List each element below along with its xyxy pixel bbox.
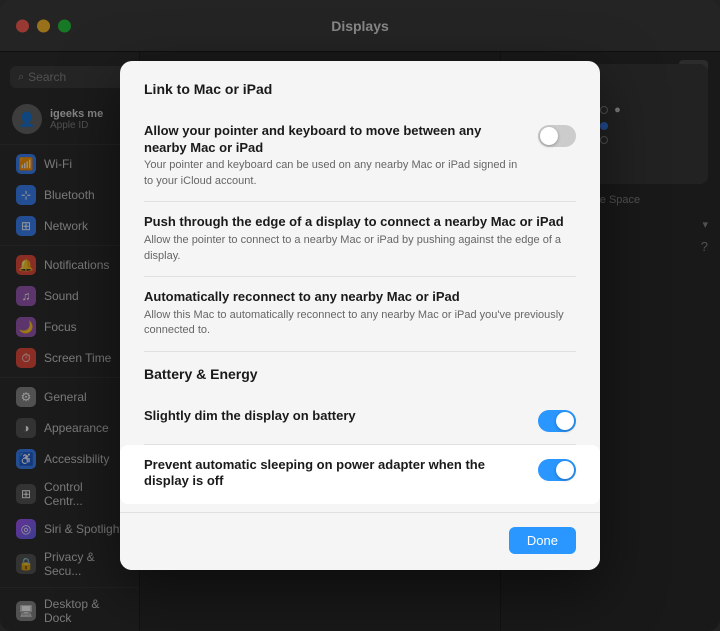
setting-row-dim-display: Slightly dim the display on battery (144, 396, 576, 445)
done-button[interactable]: Done (509, 527, 576, 554)
setting-text-link-mac: Allow your pointer and keyboard to move … (144, 123, 522, 190)
setting-desc-push-edge: Allow the pointer to connect to a nearby… (144, 233, 576, 264)
toggle-dim-display[interactable] (538, 410, 576, 432)
setting-text-push-edge: Push through the edge of a display to co… (144, 214, 576, 264)
setting-label-dim-display: Slightly dim the display on battery (144, 408, 522, 425)
setting-row-prevent-sleep: Prevent automatic sleeping on power adap… (120, 445, 600, 505)
setting-label-link-mac: Allow your pointer and keyboard to move … (144, 123, 522, 157)
modal-footer: Done (120, 512, 600, 570)
setting-text-dim-display: Slightly dim the display on battery (144, 408, 522, 427)
setting-desc-link-mac: Your pointer and keyboard can be used on… (144, 158, 522, 189)
setting-text-auto-reconnect: Automatically reconnect to any nearby Ma… (144, 289, 576, 339)
setting-label-prevent-sleep: Prevent automatic sleeping on power adap… (144, 457, 522, 491)
setting-label-auto-reconnect: Automatically reconnect to any nearby Ma… (144, 289, 576, 306)
toggle-knob-prevent-sleep (556, 461, 574, 479)
setting-label-push-edge: Push through the edge of a display to co… (144, 214, 576, 231)
section1-title: Link to Mac or iPad (144, 81, 576, 97)
modal-dialog: Link to Mac or iPad Allow your pointer a… (120, 61, 600, 571)
setting-row-link-mac: Allow your pointer and keyboard to move … (144, 111, 576, 203)
setting-row-auto-reconnect: Automatically reconnect to any nearby Ma… (144, 277, 576, 352)
setting-desc-auto-reconnect: Allow this Mac to automatically reconnec… (144, 308, 576, 339)
modal-overlay: Link to Mac or iPad Allow your pointer a… (0, 0, 720, 631)
setting-row-push-edge: Push through the edge of a display to co… (144, 202, 576, 277)
toggle-link-mac[interactable] (538, 125, 576, 147)
toggle-knob-link-mac (540, 127, 558, 145)
setting-text-prevent-sleep: Prevent automatic sleeping on power adap… (144, 457, 522, 493)
section-gap (144, 352, 576, 366)
toggle-knob-dim-display (556, 412, 574, 430)
toggle-prevent-sleep[interactable] (538, 459, 576, 481)
section2-title: Battery & Energy (144, 366, 576, 382)
modal-content: Link to Mac or iPad Allow your pointer a… (120, 61, 600, 505)
